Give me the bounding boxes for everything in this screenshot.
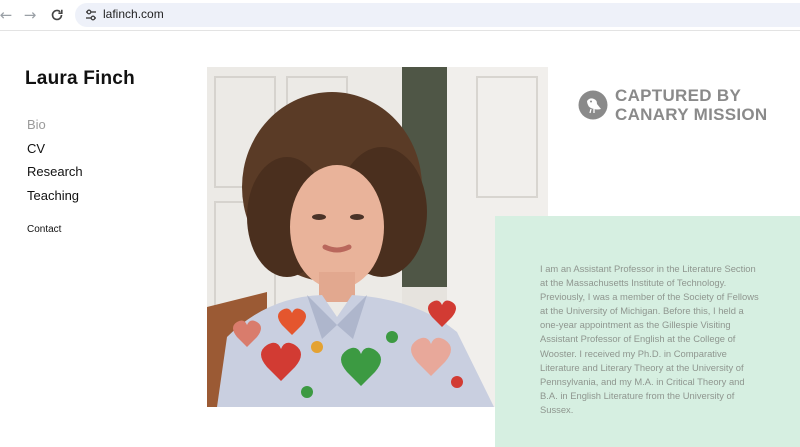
canary-bird-icon: [578, 90, 608, 120]
watermark-line-2: CANARY MISSION: [615, 105, 768, 124]
watermark-line-1: CAPTURED BY: [615, 86, 742, 105]
bio-panel: I am an Assistant Professor in the Liter…: [495, 216, 800, 447]
url-text[interactable]: lafinch.com: [103, 7, 164, 21]
site-info-icon[interactable]: [83, 7, 99, 23]
canary-mission-watermark: CAPTURED BY CANARY MISSION: [578, 86, 768, 124]
address-bar[interactable]: lafinch.com: [75, 3, 800, 27]
bio-text: I am an Assistant Professor in the Liter…: [540, 263, 759, 415]
nav-item-research[interactable]: Research: [27, 164, 83, 188]
nav-item-teaching[interactable]: Teaching: [27, 188, 83, 212]
nav-item-contact[interactable]: Contact: [27, 224, 61, 235]
site-nav: Bio CV Research Teaching: [27, 117, 83, 211]
reload-icon[interactable]: [47, 5, 67, 25]
nav-item-cv[interactable]: CV: [27, 141, 83, 165]
forward-arrow-icon[interactable]: →: [20, 5, 40, 25]
browser-toolbar: ← → lafinch.com: [0, 0, 800, 31]
back-arrow-icon[interactable]: ←: [0, 5, 16, 25]
site-title[interactable]: Laura Finch: [25, 68, 135, 90]
nav-item-bio[interactable]: Bio: [27, 117, 83, 141]
